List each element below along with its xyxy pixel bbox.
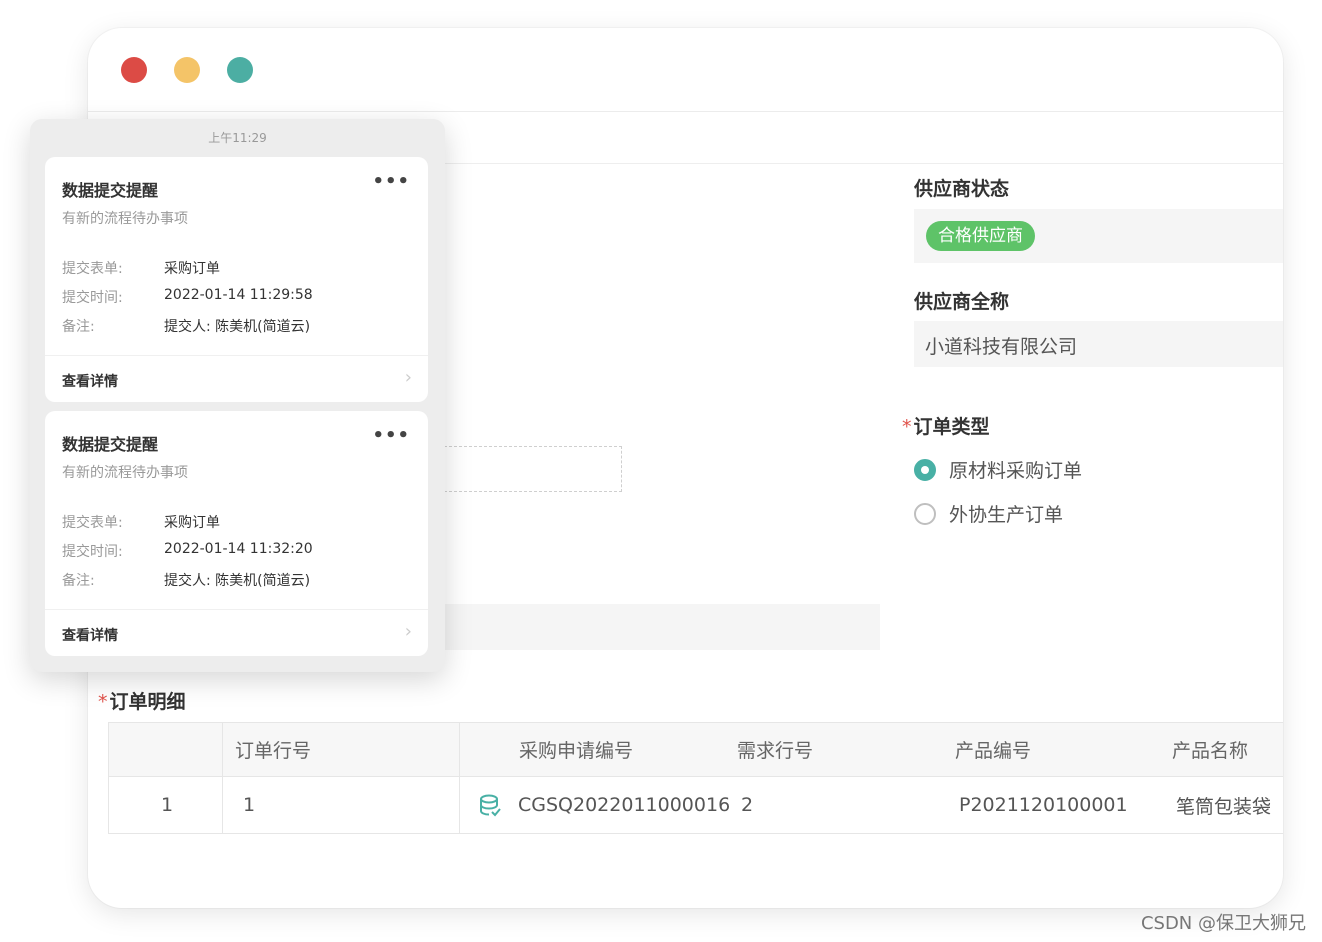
column-header-product-no[interactable]: 产品编号 (955, 723, 1031, 776)
notification-subtitle: 有新的流程待办事项 (62, 465, 188, 481)
column-header-line-no[interactable]: 订单行号 (235, 723, 311, 776)
field-value: 2022-01-14 11:32:20 (164, 541, 313, 557)
more-options-icon[interactable]: ••• (372, 171, 410, 192)
field-value: 采购订单 (164, 261, 220, 277)
notification-field-note: 备注: 提交人: 陈美机(简道云) (62, 570, 310, 590)
notification-card[interactable]: 数据提交提醒 ••• 有新的流程待办事项 提交表单: 采购订单 提交时间: 20… (45, 411, 428, 656)
column-divider (222, 777, 223, 833)
chevron-right-icon[interactable]: › (405, 367, 412, 388)
cell-product-no: P2021120100001 (959, 794, 1128, 816)
supplier-fullname-value: 小道科技有限公司 (925, 336, 1078, 358)
table-row[interactable]: 1 1 CGSQ2022011000016 2 P2021120100001 笔… (109, 777, 1283, 833)
field-value: 提交人: 陈美机(简道云) (164, 573, 311, 589)
watermark: CSDN @保卫大狮兄 (1140, 913, 1306, 934)
required-mark: * (902, 416, 912, 438)
notification-subtitle: 有新的流程待办事项 (62, 211, 188, 227)
radio-label: 外协生产订单 (949, 504, 1064, 526)
notification-field-form: 提交表单: 采购订单 (62, 512, 220, 532)
column-divider (459, 723, 460, 776)
notification-title: 数据提交提醒 (62, 435, 159, 454)
radio-unchecked-icon (914, 502, 936, 525)
cell-line-no: 1 (243, 794, 256, 816)
field-key: 提交表单: (62, 515, 123, 531)
supplier-fullname-label: 供应商全称 (914, 291, 1010, 313)
notification-card[interactable]: 数据提交提醒 ••• 有新的流程待办事项 提交表单: 采购订单 提交时间: 20… (45, 157, 428, 402)
minimize-window-button[interactable] (174, 57, 200, 83)
radio-checked-icon (914, 458, 936, 481)
close-window-button[interactable] (121, 57, 147, 83)
field-value: 2022-01-14 11:29:58 (164, 287, 313, 303)
cell-product-name: 笔筒包装袋 (1176, 795, 1272, 818)
field-key: 提交表单: (62, 261, 123, 277)
view-details-link[interactable]: 查看详情 (62, 625, 118, 645)
cell-request-no[interactable]: CGSQ2022011000016 (476, 777, 730, 833)
upload-placeholder-field[interactable] (424, 446, 622, 492)
supplier-status-label: 供应商状态 (914, 178, 1010, 200)
required-mark: * (98, 691, 108, 713)
notification-panel: 上午11:29 数据提交提醒 ••• 有新的流程待办事项 提交表单: 采购订单 … (30, 119, 445, 672)
radio-label: 原材料采购订单 (949, 460, 1083, 482)
field-key: 提交时间: (62, 290, 123, 306)
divider (45, 355, 428, 356)
order-detail-table: 订单行号 采购申请编号 需求行号 产品编号 产品名称 1 1 CGSQ20220… (108, 722, 1283, 834)
field-key: 提交时间: (62, 544, 123, 560)
row-index: 1 (161, 794, 174, 816)
radio-raw-material-order[interactable]: 原材料采购订单 (914, 456, 1082, 483)
status-badge: 合格供应商 (926, 221, 1035, 251)
field-value: 提交人: 陈美机(简道云) (164, 319, 311, 335)
order-type-label: * 订单类型 (902, 412, 990, 439)
column-divider (222, 723, 223, 776)
table-header-row: 订单行号 采购申请编号 需求行号 产品编号 产品名称 (109, 723, 1283, 777)
divider (45, 609, 428, 610)
maximize-window-button[interactable] (227, 57, 253, 83)
window-titlebar (88, 28, 1283, 112)
chevron-right-icon[interactable]: › (405, 621, 412, 642)
notification-title: 数据提交提醒 (62, 181, 159, 200)
field-key: 备注: (62, 573, 95, 589)
field-value: 采购订单 (164, 515, 220, 531)
more-options-icon[interactable]: ••• (372, 425, 410, 446)
column-header-product-name[interactable]: 产品名称 (1172, 723, 1248, 776)
order-detail-title: * 订单明细 (98, 687, 186, 714)
column-header-request-no[interactable]: 采购申请编号 (519, 723, 633, 776)
order-detail-title-text: 订单明细 (109, 691, 186, 713)
order-type-label-text: 订单类型 (913, 416, 990, 438)
notification-field-form: 提交表单: 采购订单 (62, 258, 220, 278)
notification-field-time: 提交时间: 2022-01-14 11:29:58 (62, 287, 313, 307)
linked-record-icon (480, 794, 501, 817)
column-header-demand-line[interactable]: 需求行号 (737, 723, 813, 776)
column-divider (459, 777, 460, 833)
cell-demand-line: 2 (741, 794, 754, 816)
request-no-value: CGSQ2022011000016 (518, 794, 731, 816)
notification-field-time: 提交时间: 2022-01-14 11:32:20 (62, 541, 313, 561)
view-details-link[interactable]: 查看详情 (62, 371, 118, 391)
notification-time: 上午11:29 (208, 131, 267, 145)
notification-field-note: 备注: 提交人: 陈美机(简道云) (62, 316, 310, 336)
radio-outsourcing-order[interactable]: 外协生产订单 (914, 500, 1063, 527)
field-key: 备注: (62, 319, 95, 335)
text-field[interactable] (388, 604, 880, 650)
